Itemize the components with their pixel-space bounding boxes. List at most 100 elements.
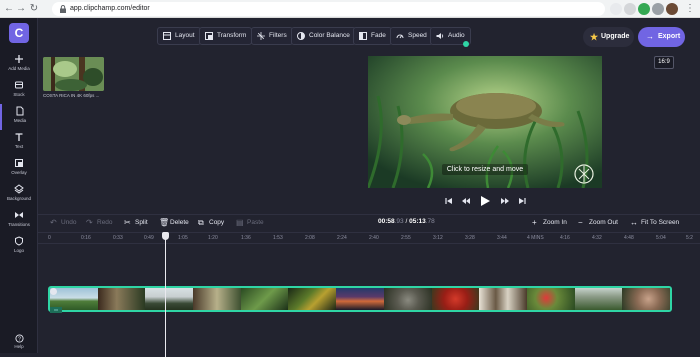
timeline-ruler[interactable]: 0 0:16 0:33 0:49 1:05 1:20 1:36 1:53 2:0… [38,232,700,244]
current-time-fraction: .93 [394,218,404,225]
filters-button[interactable]: Filters [251,27,293,45]
ruler-tick: 0:16 [81,235,91,241]
toolbar-label: Layout [175,32,195,39]
ruler-tick: 3:28 [465,235,475,241]
fast-forward-icon [501,198,509,204]
sidebar-item-label: Transitions [8,222,30,227]
redo-button[interactable]: ↷ Redo [86,217,113,229]
clip-frame [479,288,527,310]
forward-icon[interactable]: → [15,3,27,15]
text-icon [15,133,23,141]
split-button[interactable]: ✂ Split [124,217,148,229]
reload-icon[interactable]: ↻ [28,3,40,15]
fade-button[interactable]: Fade [353,27,392,45]
ruler-tick: 4:48 [624,235,634,241]
extension-icon[interactable] [638,3,650,15]
toolbar-label: Filters [269,32,287,39]
delete-label: Delete [170,219,189,226]
transform-button[interactable]: Transform [199,27,253,45]
paste-button[interactable]: ▤ Paste [236,217,264,229]
fast-forward-button[interactable] [498,194,512,208]
media-icon [16,106,24,116]
copy-button[interactable]: ⧉ Copy [198,217,224,229]
address-bar[interactable]: app.clipchamp.com/editor [52,2,605,16]
skip-back-button[interactable] [442,194,456,208]
help-icon: ? [14,334,24,343]
clipchamp-logo[interactable]: C [9,23,29,43]
speed-button[interactable]: Speed [390,27,433,45]
fade-icon [359,32,367,40]
star-icon[interactable] [624,3,636,15]
ruler-tick: 2:24 [337,235,347,241]
skip-forward-icon [519,198,526,204]
jungle-thumbnail-image [43,57,104,91]
export-button[interactable]: → Export [638,27,685,47]
split-label: Split [135,219,148,226]
sidebar-item-background[interactable]: Background [0,182,38,208]
undo-button[interactable]: ↶ Undo [50,217,77,229]
puzzle-icon[interactable] [652,3,664,15]
toolbar-label: Audio [448,32,465,39]
audio-indicator [463,41,469,47]
menu-icon[interactable]: ⋮ [684,3,696,15]
sidebar-item-label: Text [14,144,24,149]
stock-icon [15,81,23,89]
layout-button[interactable]: Layout [157,27,201,45]
rewind-button[interactable] [459,194,473,208]
scissors-icon: ✂ [124,218,131,227]
playhead[interactable] [165,234,166,357]
zoom-in-button[interactable]: + Zoom In [532,217,567,229]
delete-button[interactable]: 🗑 Delete [159,217,189,229]
fit-icon: ↔ [630,218,638,227]
video-preview[interactable]: Click to resize and move [368,56,602,188]
trash-icon: 🗑 [159,218,170,227]
ruler-tick: 2:40 [369,235,379,241]
sidebar: C Add Media Stock Media Text Overlay Bac… [0,18,38,353]
sidebar-item-logo[interactable]: Logo [0,234,38,260]
sidebar-item-media[interactable]: Media [0,104,38,130]
fit-label: Fit To Screen [641,219,680,226]
sidebar-item-label: Logo [13,248,24,253]
sidebar-item-overlay[interactable]: Overlay [0,156,38,182]
sidebar-item-label: Overlay [11,170,27,175]
help-button[interactable]: ? Help [0,334,38,350]
arrow-right-icon: → [646,32,654,41]
skip-back-icon [445,198,452,204]
undo-label: Undo [61,219,77,226]
color-balance-button[interactable]: Color Balance [291,27,356,45]
ruler-tick: 5:2 [686,235,693,241]
skip-forward-button[interactable] [515,194,529,208]
zoom-out-button[interactable]: − Zoom Out [578,217,618,229]
fit-to-screen-button[interactable]: ↔ Fit To Screen [630,217,679,229]
upgrade-label: Upgrade [601,33,630,40]
upgrade-button[interactable]: ★ Upgrade [583,27,634,47]
clip-badge: ▭ [50,307,62,313]
play-icon [481,196,490,206]
timeline-toolbar: ↶ Undo ↷ Redo ✂ Split 🗑 Delete ⧉ Copy ▤ Paste … [38,214,700,230]
clip-frame [383,288,432,310]
clip-frame [526,288,575,310]
video-clip-track[interactable] [48,286,672,312]
clip-frame [431,288,480,310]
aspect-ratio-button[interactable]: 16:9 [654,56,674,69]
ruler-tick: 1:05 [178,235,188,241]
sidebar-item-add-media[interactable]: Add Media [0,52,38,78]
sidebar-item-text[interactable]: Text [0,130,38,156]
time-display: 00:58.93 / 05:13.78 [378,218,435,225]
sidebar-item-label: Add Media [8,66,30,71]
avatar[interactable] [666,3,678,15]
redo-label: Redo [97,219,113,226]
back-icon[interactable]: ← [3,3,15,15]
play-button[interactable] [477,194,493,208]
sidebar-item-stock[interactable]: Stock [0,78,38,104]
settings-icon[interactable] [610,3,622,15]
sidebar-item-label: Media [13,118,27,123]
playhead-handle[interactable] [162,232,169,240]
color-balance-icon [297,32,305,40]
clip-frame [240,288,289,310]
sidebar-item-transitions[interactable]: Transitions [0,208,38,234]
media-thumbnail[interactable] [43,57,104,91]
ruler-tick: 0:33 [113,235,123,241]
url-text: app.clipchamp.com/editor [70,5,150,12]
ruler-tick: 2:55 [401,235,411,241]
